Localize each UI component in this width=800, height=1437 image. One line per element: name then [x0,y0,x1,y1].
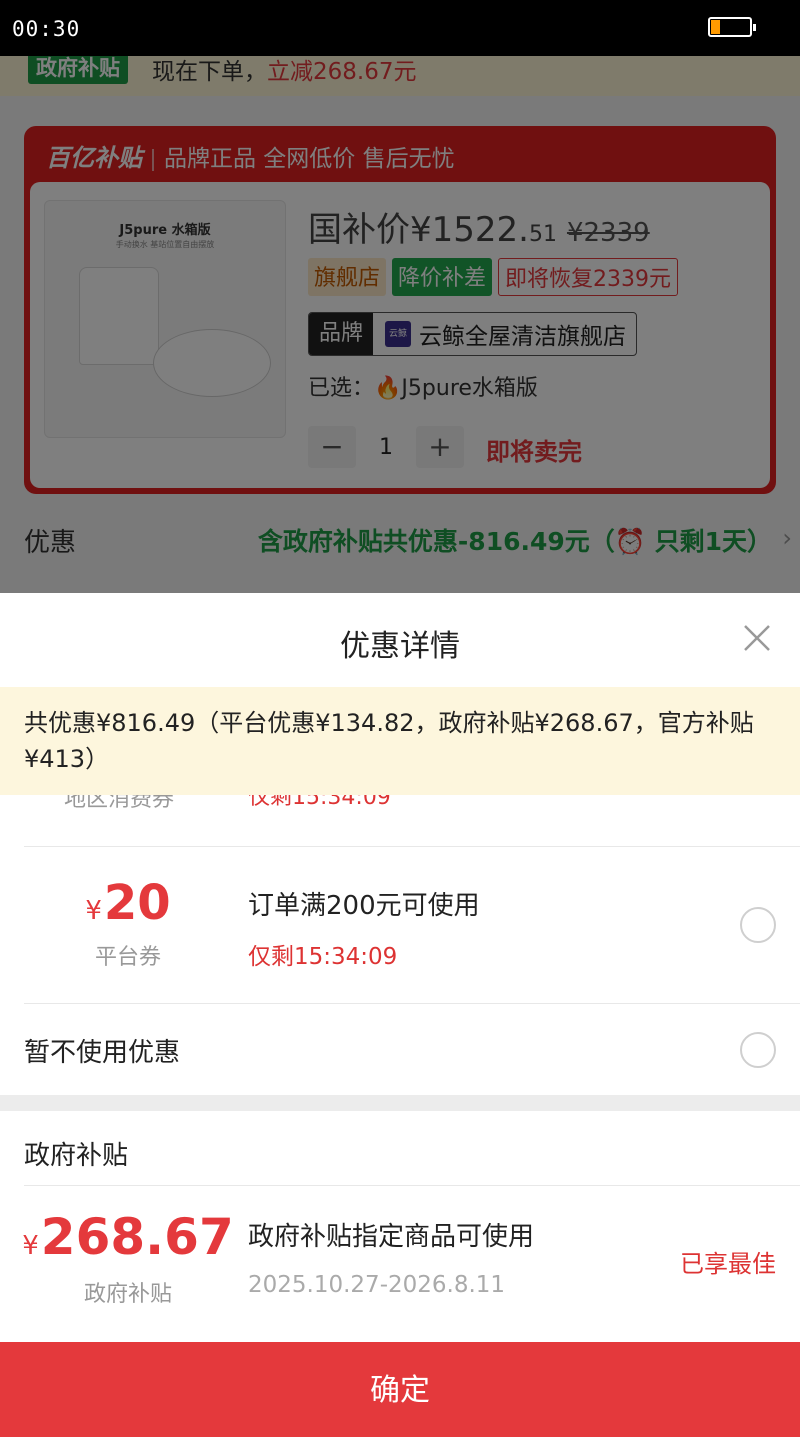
coupon-radio[interactable] [740,907,776,943]
gov-subsidy-amount: ¥268.67 [18,1208,238,1266]
currency-symbol: ¥ [85,896,102,926]
coupon-type-label: 平台券 [94,945,161,970]
coupon-amount: ¥20 [60,875,196,931]
modal-backdrop[interactable] [0,56,800,593]
battery-level [711,20,720,34]
coupon-condition: 订单满200元可使用 [248,891,480,921]
gov-subsidy-validity: 2025.10.27-2026.8.11 [248,1272,506,1298]
close-icon[interactable] [742,623,772,653]
gov-subsidy-condition: 政府补贴指定商品可使用 [248,1222,535,1252]
best-applied-badge: 已享最佳 [680,1250,776,1278]
status-bar: 00:30 [0,0,800,56]
discount-summary: 共优惠¥816.49（平台优惠¥134.82，政府补贴¥268.67，官方补贴¥… [0,687,800,795]
platform-coupon-row[interactable]: ¥20 平台券 订单满200元可使用 仅剩15:34:09 [0,847,800,1003]
sheet-title: 优惠详情 [340,629,460,664]
no-coupon-label: 暂不使用优惠 [24,1038,181,1068]
no-coupon-row[interactable]: 暂不使用优惠 [0,1004,800,1095]
gov-subsidy-amount-value: 268.67 [40,1208,234,1266]
battery-cap [753,24,756,31]
gov-subsidy-coupon-row[interactable]: ¥268.67 政府补贴 政府补贴指定商品可使用 2025.10.27-2026… [0,1186,800,1342]
gov-subsidy-section-title: 政府补贴 [24,1141,129,1171]
battery-icon [708,17,756,37]
status-time: 00:30 [12,17,81,41]
discount-details-sheet: 优惠详情 共优惠¥816.49（平台优惠¥134.82，政府补贴¥268.67，… [0,593,800,1437]
coupon-timer: 仅剩15:34:09 [248,944,398,970]
currency-symbol: ¥ [22,1231,39,1261]
section-gap [0,1095,800,1111]
confirm-button[interactable]: 确定 [0,1342,800,1437]
no-coupon-radio[interactable] [740,1032,776,1068]
gov-subsidy-type-label: 政府补贴 [83,1282,172,1307]
coupon-amount-value: 20 [103,875,171,931]
